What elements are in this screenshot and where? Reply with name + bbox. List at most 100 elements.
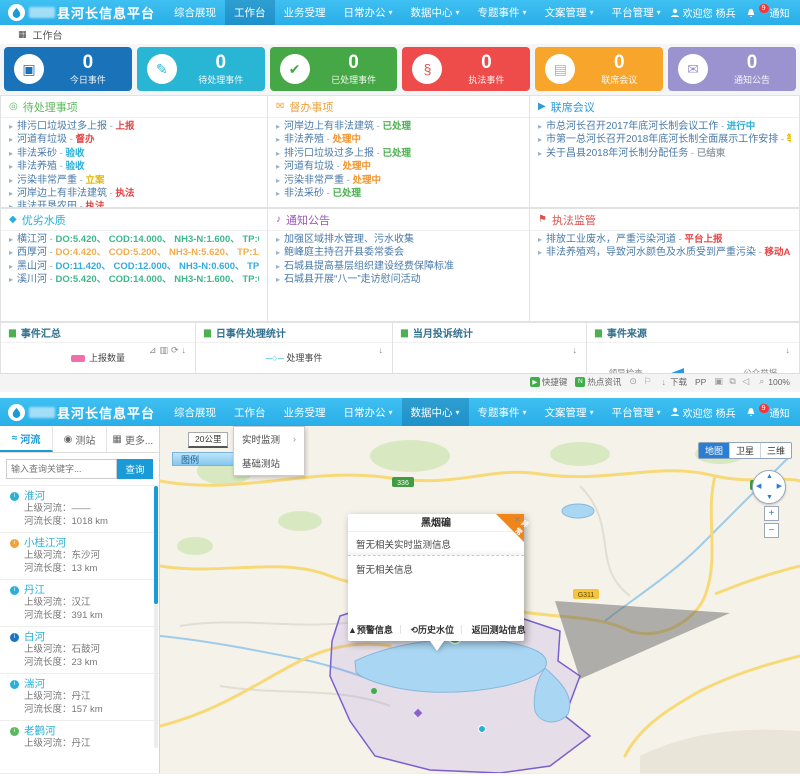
card-notices[interactable]: ✉ 0通知公告 bbox=[668, 47, 796, 91]
river-item[interactable]: i淮河 上级河流：—— 河流长度：1018 km bbox=[0, 486, 159, 533]
pending-item[interactable]: 非法开垦农田执法 bbox=[9, 200, 259, 208]
download-button[interactable]: ↓下载 bbox=[661, 376, 687, 388]
card-done-events[interactable]: ✔ 0已处理事件 bbox=[270, 47, 398, 91]
pending-item[interactable]: 非法采砂验收 bbox=[9, 147, 259, 160]
menu-data-center[interactable]: 数据中心 bbox=[402, 398, 469, 426]
notice-item[interactable]: 石城县提高基层组织建设经费保障标准 bbox=[276, 260, 521, 273]
map-type-3d[interactable]: 三维 bbox=[761, 443, 791, 458]
zoom-out-button[interactable]: − bbox=[764, 523, 779, 538]
menu-workbench[interactable]: 工作台 bbox=[225, 0, 275, 25]
search-input[interactable] bbox=[6, 459, 117, 479]
close-icon[interactable]: ✕ bbox=[514, 515, 521, 524]
water-item[interactable]: 溪川河DO:5.420、 COD:14.000、 NH3-N:1.600、 TP… bbox=[9, 273, 259, 286]
zoom-in-button[interactable]: + bbox=[764, 506, 779, 521]
notification-button[interactable]: 9 通知 bbox=[746, 5, 790, 20]
card-pending-events[interactable]: ✎ 0待处理事件 bbox=[137, 47, 265, 91]
river-item[interactable]: i小桂江河 上级河流：东沙河 河流长度：13 km bbox=[0, 533, 159, 580]
notice-item[interactable]: 石城县开展“八一”走访慰问活动 bbox=[276, 273, 521, 286]
menu-platform-manage[interactable]: 平台管理 bbox=[603, 398, 670, 426]
card-enforcement-events[interactable]: § 0执法事件 bbox=[402, 47, 530, 91]
welcome-user[interactable]: 欢迎您杨兵 bbox=[670, 405, 736, 420]
pan-down-icon[interactable]: ▼ bbox=[766, 494, 773, 501]
river-item[interactable]: i湍河 上级河流：丹江 河流长度：157 km bbox=[0, 674, 159, 721]
sidebar-scrollbar[interactable] bbox=[154, 486, 158, 748]
menu-daily-office[interactable]: 日常办公 bbox=[335, 0, 402, 25]
menu-overview[interactable]: 综合展现 bbox=[165, 0, 225, 25]
pan-left-icon[interactable]: ◀ bbox=[756, 483, 761, 490]
shortcut-keys-button[interactable]: ▶快捷键 bbox=[530, 376, 568, 388]
chart-toolbar[interactable]: ⊿▥⟳↓ bbox=[149, 345, 189, 356]
menu-topic-events[interactable]: 专题事件 bbox=[469, 398, 536, 426]
pending-item[interactable]: 河岸边上有非法建筑执法 bbox=[9, 187, 259, 200]
search-button[interactable]: 查询 bbox=[117, 459, 153, 479]
card-today-events[interactable]: ▣ 0今日事件 bbox=[4, 47, 132, 91]
supervised-item[interactable]: 非法采砂已处理 bbox=[276, 187, 521, 200]
enforcement-item[interactable]: 排放工业废水，严重污染河道平台上报 bbox=[538, 233, 791, 246]
river-item[interactable]: i老鹳河 上级河流：丹江 河流长度：261 km bbox=[0, 721, 159, 748]
map-pan-control[interactable]: ▲ ▼ ◀ ▶ bbox=[752, 470, 786, 504]
download-icon[interactable]: ↓ bbox=[786, 345, 794, 355]
notice-item[interactable]: 加强区域排水管理、污水收集 bbox=[276, 233, 521, 246]
card-joint-meetings[interactable]: ▤ 0联席会议 bbox=[535, 47, 663, 91]
notice-item[interactable]: 鲍峰庭主持召开县委常委会 bbox=[276, 246, 521, 259]
menu-overview[interactable]: 综合展现 bbox=[165, 398, 225, 426]
download-icon[interactable]: ↓ bbox=[573, 345, 581, 355]
tab-rivers[interactable]: ≈河流 bbox=[0, 426, 53, 452]
pending-item[interactable]: 污染非常严重立案 bbox=[9, 174, 259, 187]
pan-right-icon[interactable]: ▶ bbox=[777, 483, 782, 490]
supervised-item[interactable]: 污染非常严重处理中 bbox=[276, 174, 521, 187]
meeting-item[interactable]: 市总河长召开2017年底河长制会议工作进行中 bbox=[538, 120, 791, 133]
back-station-link[interactable]: 返回测站信息 bbox=[472, 625, 526, 635]
station-marker[interactable] bbox=[479, 726, 486, 733]
tab-stations[interactable]: ◉测站 bbox=[53, 426, 106, 452]
water-item[interactable]: 横江河DO:5.420、 COD:14.000、 NH3-N:1.600、 TP… bbox=[9, 233, 259, 246]
water-item[interactable]: 西厚河DO:4.420、 COD:5.200、 NH3-N:5.620、 TP:… bbox=[9, 246, 259, 259]
pending-item[interactable]: 河道有垃圾督办 bbox=[9, 133, 259, 146]
panel-supervised-items: ✉督办事项 河岸边上有非法建筑已处理 非法养殖处理中 排污口垃圾过多上报已处理 … bbox=[267, 95, 530, 208]
menu-data-center[interactable]: 数据中心 bbox=[402, 0, 469, 25]
supervised-item[interactable]: 河岸边上有非法建筑已处理 bbox=[276, 120, 521, 133]
supervised-item[interactable]: 非法养殖处理中 bbox=[276, 133, 521, 146]
meeting-item[interactable]: 市第一总河长召开2018年底河长制全面展示工作安排等待中 bbox=[538, 133, 791, 146]
river-item[interactable]: i白河 上级河流：石鼓河 河流长度：23 km bbox=[0, 627, 159, 674]
chart-legend[interactable]: ─○─ 处理事件 bbox=[196, 351, 392, 364]
pending-item[interactable]: 排污口垃圾过多上报上报 bbox=[9, 120, 259, 133]
menu-business[interactable]: 业务受理 bbox=[275, 0, 335, 25]
scrollbar-thumb[interactable] bbox=[154, 486, 158, 604]
supervised-item[interactable]: 排污口垃圾过多上报已处理 bbox=[276, 147, 521, 160]
notification-button[interactable]: 9 通知 bbox=[746, 405, 790, 420]
water-item[interactable]: 黑山河DO:11.420、 COD:12.000、 NH3-N:0.600、 T… bbox=[9, 260, 259, 273]
status-icons[interactable]: ▣ ⧉ ◁ bbox=[714, 376, 751, 387]
station-marker[interactable] bbox=[371, 688, 377, 694]
redacted-county-name bbox=[29, 7, 55, 18]
river-item[interactable]: i丹江 上级河流：汉江 河流长度：391 km bbox=[0, 580, 159, 627]
menu-daily-office[interactable]: 日常办公 bbox=[335, 398, 402, 426]
map-type-map[interactable]: 地图 bbox=[699, 443, 730, 458]
tab-more[interactable]: ▦更多... bbox=[107, 426, 159, 452]
zoom-level[interactable]: ⌕100% bbox=[759, 376, 790, 387]
menu-topic-events[interactable]: 专题事件 bbox=[469, 0, 536, 25]
status-icons[interactable]: ⊙ ⚐ bbox=[629, 376, 653, 387]
meeting-item[interactable]: 关于昌县2018年河长制分配任务已结束 bbox=[538, 147, 791, 160]
pp-button[interactable]: PP bbox=[695, 377, 706, 387]
dropdown-realtime-monitor[interactable]: 实时监测 bbox=[234, 427, 304, 451]
welcome-user[interactable]: 欢迎您杨兵 bbox=[670, 5, 736, 20]
enforcement-item[interactable]: 非法养殖鸡，导致河水颜色及水质受到严重污染移动APP上报 bbox=[538, 246, 791, 259]
menu-business[interactable]: 业务受理 bbox=[275, 398, 335, 426]
menu-workbench[interactable]: 工作台 bbox=[225, 398, 275, 426]
menu-doc-manage[interactable]: 文案管理 bbox=[536, 398, 603, 426]
pending-item[interactable]: 非法养殖验收 bbox=[9, 160, 259, 173]
warning-info-link[interactable]: ▲预警信息 bbox=[348, 625, 393, 635]
menu-platform-manage[interactable]: 平台管理 bbox=[603, 0, 670, 25]
flag-icon: ⚑ bbox=[538, 214, 547, 225]
pan-up-icon[interactable]: ▲ bbox=[766, 473, 773, 480]
map-type-satellite[interactable]: 卫星 bbox=[730, 443, 761, 458]
supervised-item[interactable]: 河道有垃圾处理中 bbox=[276, 160, 521, 173]
download-icon[interactable]: ↓ bbox=[379, 345, 387, 355]
dropdown-basic-stations[interactable]: 基础测站 bbox=[234, 451, 304, 475]
droplet-icon: ◆ bbox=[9, 214, 17, 225]
map-canvas[interactable]: 336 S336 G207 G311 2 2 20公里 图例 地图 卫星 三维 bbox=[160, 426, 800, 773]
history-level-link[interactable]: ⟲历史水位 bbox=[410, 625, 454, 635]
hot-news-button[interactable]: N热点资讯 bbox=[575, 376, 621, 388]
menu-doc-manage[interactable]: 文案管理 bbox=[536, 0, 603, 25]
